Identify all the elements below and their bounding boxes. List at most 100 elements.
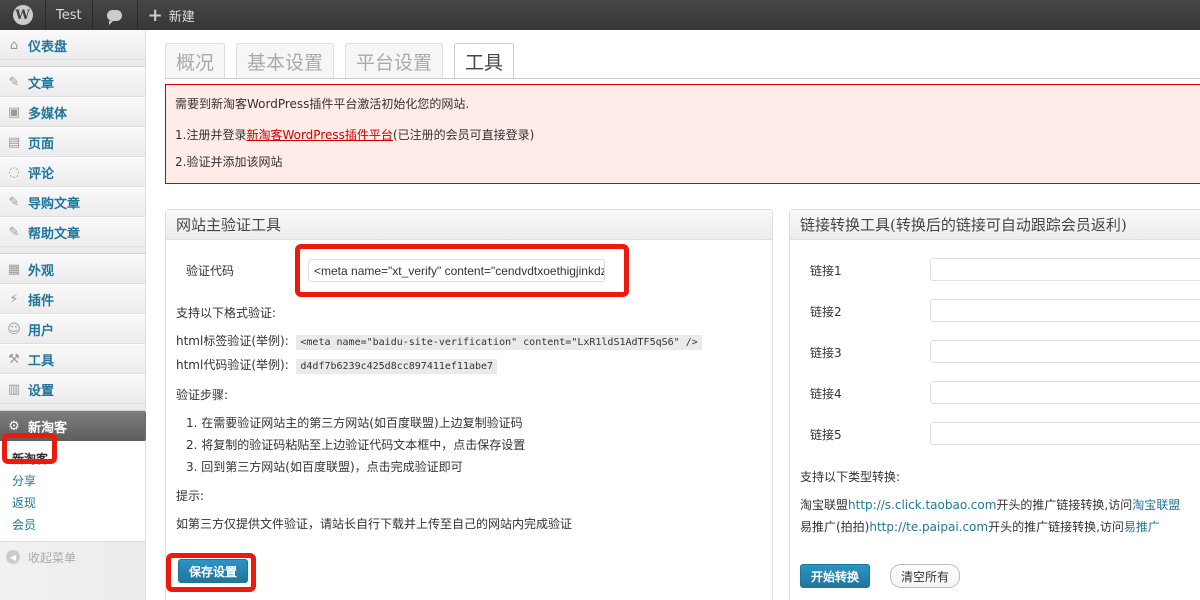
taobao-url: http://s.click.taobao.com [848,498,997,512]
support-label: 支持以下类型转换: [800,470,901,484]
menu-label: 用户 [28,323,55,339]
wordpress-logo-menu[interactable]: W [0,0,46,30]
html-code-label: html代码验证(举例): [176,358,289,372]
paipai-mid: 开头的推广链接转换,访问 [988,520,1124,534]
menu-label: 导购文章 [28,196,81,212]
menu-xintaoke[interactable]: ⚙ 新淘客 [0,411,153,441]
page-icon: ▤ [7,134,21,150]
menu-settings[interactable]: ▥ 设置 [0,374,145,404]
site-verification-panel: 网站主验证工具 验证代码 <meta name="xt_verify" cont… [165,209,773,600]
site-name-link[interactable]: Test [46,0,93,30]
tab-underline [165,78,1200,79]
link-label: 链接1 [810,264,842,278]
tab-platform-settings[interactable]: 平台设置 [345,43,444,78]
tools-icon: ⚒ [8,351,20,367]
menu-appearance[interactable]: ▦ 外观 [0,254,145,284]
link-2-input[interactable] [930,299,1200,322]
notice-heading: 需要到新淘客WordPress插件平台激活初始化您的网站. [175,97,470,111]
menu-pages[interactable]: ▤ 页面 [0,127,145,157]
collapse-menu-button[interactable]: ◀ 收起菜单 [0,542,145,572]
users-icon: ☺ [7,321,21,337]
html-tag-example: <meta name="baidu-site-verification" con… [296,335,702,350]
menu-plugins[interactable]: ⚡ 插件 [0,284,145,314]
appearance-icon: ▦ [7,261,21,277]
verify-code-input[interactable]: <meta name="xt_verify" content="cendvdtx… [308,259,605,282]
link-3-input[interactable] [930,340,1200,363]
menu-comments[interactable]: ◌ 评论 [0,157,145,187]
menu-label: 多媒体 [28,106,68,122]
panel-title: 网站主验证工具 [166,210,772,240]
new-content-label: 新建 [168,9,195,25]
link-label: 链接5 [810,428,842,442]
submenu-item-cashback[interactable]: 返现 [0,491,145,513]
taobao-link[interactable]: 淘宝联盟 [1132,498,1180,512]
menu-label: 新淘客 [28,420,68,436]
collapse-label: 收起菜单 [28,550,77,565]
new-content-menu[interactable]: + 新建 [138,0,205,30]
panel-title: 链接转换工具(转换后的链接可自动跟踪会员返利) [790,210,1200,240]
html-code-example: d4df7b6239c425d8cc897411ef11abe7 [296,359,498,374]
paipai-prefix: 易推广(拍拍) [800,520,870,534]
menu-media[interactable]: ▣ 多媒体 [0,97,145,127]
menu-help-posts[interactable]: ✎ 帮助文章 [0,217,145,247]
menu-separator [0,404,145,411]
comment-icon: ◌ [8,164,20,180]
step-item: 1. 在需要验证网站主的第三方网站(如百度联盟)上边复制验证码 [186,416,523,430]
save-settings-button[interactable]: 保存设置 [178,559,249,583]
menu-separator [0,60,145,67]
verify-code-label: 验证代码 [186,264,235,278]
menu-label: 文章 [28,76,55,92]
notice-step1-prefix: 1.注册并登录 [175,128,247,142]
taobao-prefix: 淘宝联盟 [800,498,849,512]
clear-all-button[interactable]: 清空所有 [890,564,961,588]
notice-step1-suffix: (已注册的会员可直接登录) [392,128,535,142]
tab-overview[interactable]: 概况 [165,43,226,78]
step-item: 3. 回到第三方网站(如百度联盟)，点击完成验证即可 [186,460,463,474]
html-tag-row: html标签验证(举例): <meta name="baidu-site-ver… [176,332,702,350]
menu-label: 工具 [28,353,55,369]
menu-guide-posts[interactable]: ✎ 导购文章 [0,187,145,217]
wordpress-logo-icon: W [12,5,33,25]
link-4-input[interactable] [930,381,1200,404]
pin-icon: ✎ [8,74,20,90]
comments-link[interactable] [93,0,138,30]
platform-link[interactable]: 新淘客WordPress插件平台 [246,128,392,142]
submenu-xintaoke: 新淘客 分享 返现 会员 [0,441,145,542]
settings-icon: ▥ [7,381,21,397]
paipai-row: 易推广(拍拍)http://te.paipai.com开头的推广链接转换,访问易… [800,518,1160,535]
submenu-item-members[interactable]: 会员 [0,513,145,535]
menu-label: 评论 [28,166,55,182]
link-5-input[interactable] [930,422,1200,445]
notice-step2: 2.验证并添加该网站 [175,155,283,169]
gear-icon: ⚙ [8,418,20,434]
taobao-mid: 开头的推广链接转换,访问 [996,498,1133,512]
menu-separator [0,247,145,254]
menu-label: 外观 [28,263,55,279]
step-item: 2. 将复制的验证码粘贴至上边验证代码文本框中，点击保存设置 [186,438,526,452]
menu-users[interactable]: ☺ 用户 [0,314,145,344]
pin-icon: ✎ [8,194,20,210]
main-content: 概况 基本设置 平台设置 工具 需要到新淘客WordPress插件平台激活初始化… [146,30,1200,600]
tab-basic-settings[interactable]: 基本设置 [236,43,335,78]
menu-dashboard[interactable]: ⌂ 仪表盘 [0,30,145,60]
start-convert-button[interactable]: 开始转换 [800,564,871,588]
comment-bubble-icon [107,9,123,25]
tab-tools[interactable]: 工具 [454,43,515,79]
taobao-row: 淘宝联盟http://s.click.taobao.com开头的推广链接转换,访… [800,496,1180,513]
link-1-input[interactable] [930,258,1200,281]
menu-label: 插件 [28,293,55,309]
error-notice: 需要到新淘客WordPress插件平台激活初始化您的网站. 1.注册并登录新淘客… [165,84,1200,184]
pin-icon: ✎ [8,224,20,240]
paipai-link[interactable]: 易推广 [1124,520,1160,534]
formats-label: 支持以下格式验证: [176,306,277,320]
admin-bar: W Test + 新建 [0,0,1200,30]
paipai-url: http://te.paipai.com [869,520,989,534]
plus-icon: + [147,4,163,26]
menu-tools[interactable]: ⚒ 工具 [0,344,145,374]
submenu-item-share[interactable]: 分享 [0,469,145,491]
menu-posts[interactable]: ✎ 文章 [0,67,145,97]
notice-step1: 1.注册并登录新淘客WordPress插件平台(已注册的会员可直接登录) [175,126,1191,143]
menu-label: 帮助文章 [28,226,81,242]
dashboard-icon: ⌂ [9,37,19,53]
submenu-item-xintaoke[interactable]: 新淘客 [0,447,145,469]
